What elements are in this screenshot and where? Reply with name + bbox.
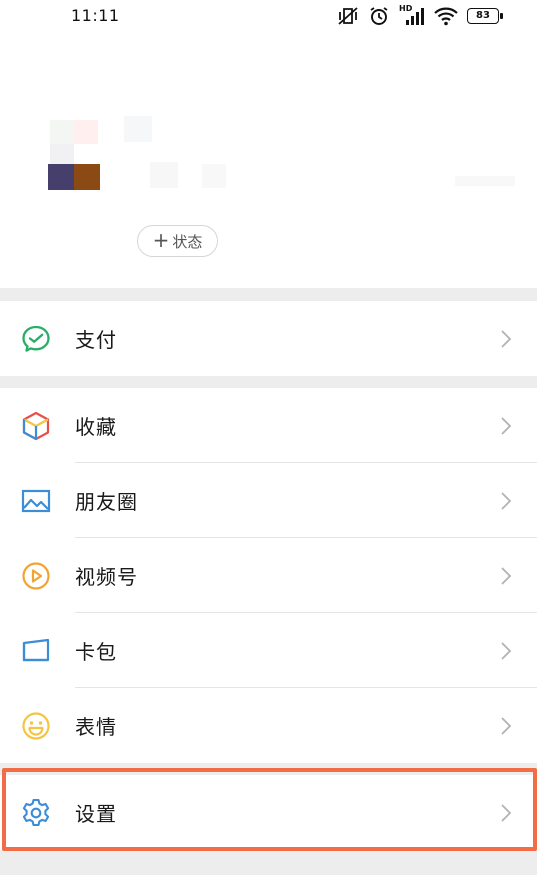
pay-icon [20, 323, 52, 355]
sticker-smile-icon [20, 710, 52, 742]
menu-item-moments[interactable]: 朋友圈 [0, 463, 537, 538]
chevron-right-icon [500, 716, 512, 736]
menu-item-cards-label: 卡包 [75, 640, 117, 664]
favorites-cube-icon [20, 410, 52, 442]
menu-item-settings-label: 设置 [75, 802, 117, 826]
menu-item-channels[interactable]: 视频号 [0, 538, 537, 613]
cellular-signal-icon: HD [399, 4, 425, 26]
status-icons: HD 83 [337, 4, 503, 27]
battery-indicator: 83 [467, 8, 503, 24]
status-button-label: 状态 [172, 232, 203, 251]
features-group: 收藏 朋友圈 视频号 卡包 表情 [0, 388, 537, 763]
menu-item-channels-label: 视频号 [75, 565, 138, 589]
menu-item-settings[interactable]: 设置 [0, 775, 537, 850]
network-type-label: HD [399, 4, 413, 13]
menu-item-pay[interactable]: 支付 [0, 301, 537, 376]
menu-item-moments-label: 朋友圈 [75, 490, 138, 514]
nickname-redacted [124, 116, 152, 142]
status-bar: 11:11 HD 83 [0, 0, 537, 36]
qr-code-redacted [455, 176, 515, 186]
add-status-button[interactable]: + 状态 [137, 225, 218, 257]
profile-header[interactable]: + 状态 [0, 36, 537, 288]
menu-item-stickers[interactable]: 表情 [0, 688, 537, 763]
wechat-id-redacted [150, 162, 178, 188]
channels-play-icon [20, 560, 52, 592]
chevron-right-icon [500, 416, 512, 436]
chevron-right-icon [500, 803, 512, 823]
avatar[interactable] [44, 120, 104, 190]
menu-item-favorites[interactable]: 收藏 [0, 388, 537, 463]
moments-picture-icon [20, 485, 52, 517]
gear-icon [20, 797, 52, 829]
chevron-right-icon [500, 491, 512, 511]
menu-item-favorites-label: 收藏 [75, 415, 117, 439]
status-time: 11:11 [71, 6, 120, 25]
vibrate-off-icon [337, 6, 359, 26]
chevron-right-icon [500, 566, 512, 586]
wifi-icon [434, 6, 458, 26]
alarm-icon [368, 6, 390, 26]
settings-group: 设置 [0, 775, 537, 850]
chevron-right-icon [500, 641, 512, 661]
wechat-id-redacted-part [202, 164, 226, 188]
pay-group: 支付 [0, 301, 537, 376]
menu-item-pay-label: 支付 [75, 328, 117, 352]
menu-item-cards[interactable]: 卡包 [0, 613, 537, 688]
card-wallet-icon [20, 635, 52, 667]
chevron-right-icon [500, 329, 512, 349]
plus-icon: + [152, 228, 170, 252]
menu-item-stickers-label: 表情 [75, 715, 117, 739]
